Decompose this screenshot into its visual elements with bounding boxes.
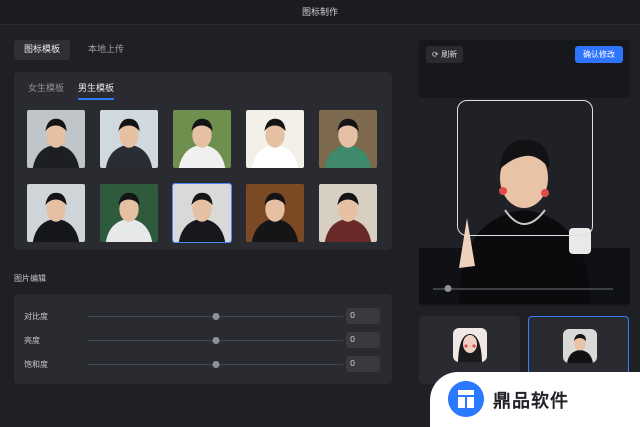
portrait-image <box>100 184 158 242</box>
tab-female-templates[interactable]: 女生模板 <box>28 82 64 98</box>
portrait-image <box>173 184 231 242</box>
brand-name: 鼎品软件 <box>493 391 569 412</box>
image-edit-heading: 图片编辑 <box>14 274 46 283</box>
contrast-slider[interactable] <box>88 313 343 320</box>
portrait-image <box>246 184 304 242</box>
brightness-slider-handle[interactable] <box>212 337 219 344</box>
template-thumbnail[interactable] <box>318 109 378 169</box>
template-thumbnail[interactable] <box>172 183 232 243</box>
contrast-label: 对比度 <box>24 312 48 321</box>
refresh-button[interactable]: ⟳ 刷新 <box>426 46 464 63</box>
window-title: 图标制作 <box>301 8 338 18</box>
zoom-slider-handle[interactable] <box>444 285 452 292</box>
brightness-row: 亮度 0 <box>24 332 382 350</box>
tab-local-upload[interactable]: 本地上传 <box>78 40 134 60</box>
template-thumbnail[interactable] <box>26 109 86 169</box>
template-thumbnail[interactable] <box>245 183 305 243</box>
zoom-slider[interactable] <box>433 285 613 292</box>
portrait-image <box>27 110 85 168</box>
template-grid <box>26 109 382 245</box>
tab-male-templates[interactable]: 男生模板 <box>78 82 115 100</box>
female-avatar-icon <box>453 328 487 362</box>
portrait-image <box>100 110 158 168</box>
portrait-image <box>246 110 304 168</box>
saturation-slider[interactable] <box>88 361 343 368</box>
crop-frame[interactable] <box>457 100 593 236</box>
preview-panel: ⟳ 刷新 确认修改 <box>419 40 630 306</box>
confirm-changes-button[interactable]: 确认修改 <box>575 46 623 63</box>
male-avatar-icon <box>563 329 597 363</box>
image-edit-panel: 对比度 0 亮度 0 饱和度 0 <box>14 294 392 384</box>
portrait-image <box>27 184 85 242</box>
saturation-value-input[interactable]: 0 <box>346 356 380 372</box>
contrast-slider-handle[interactable] <box>212 313 219 320</box>
refresh-icon: ⟳ <box>432 50 439 59</box>
template-thumbnail[interactable] <box>318 183 378 243</box>
templates-panel: 女生模板 男生模板 <box>14 72 392 250</box>
brightness-value-input[interactable]: 0 <box>346 332 380 348</box>
template-thumbnail[interactable] <box>99 183 159 243</box>
brightness-label: 亮度 <box>24 336 40 345</box>
brightness-slider[interactable] <box>88 337 343 344</box>
title-bar: 图标制作 <box>0 0 640 25</box>
portrait-image <box>319 110 377 168</box>
refresh-label: 刷新 <box>441 50 458 59</box>
brand-logo-icon <box>448 381 484 417</box>
contrast-row: 对比度 0 <box>24 308 382 326</box>
template-thumbnail[interactable] <box>172 109 232 169</box>
brand-watermark: 鼎品软件 <box>430 372 640 427</box>
template-thumbnail[interactable] <box>26 183 86 243</box>
contrast-value-input[interactable]: 0 <box>346 308 380 324</box>
saturation-label: 饱和度 <box>24 360 48 369</box>
source-tabs: 图标模板 本地上传 <box>14 40 134 60</box>
tab-icon-templates[interactable]: 图标模板 <box>14 40 71 60</box>
template-gender-tabs: 女生模板 男生模板 <box>28 82 115 100</box>
saturation-slider-handle[interactable] <box>212 361 219 368</box>
portrait-image <box>173 110 231 168</box>
template-thumbnail[interactable] <box>245 109 305 169</box>
template-thumbnail[interactable] <box>99 109 159 169</box>
portrait-image <box>319 184 377 242</box>
saturation-row: 饱和度 0 <box>24 356 382 374</box>
